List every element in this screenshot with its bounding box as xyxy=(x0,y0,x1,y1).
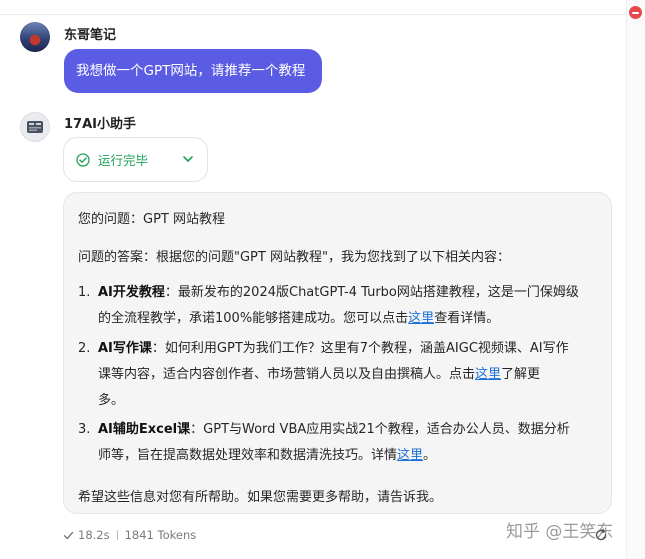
detail-link[interactable]: 这里 xyxy=(397,448,423,463)
item-text: 了解更 xyxy=(501,367,541,382)
robot-icon xyxy=(27,121,43,133)
check-circle-icon xyxy=(76,152,90,167)
user-avatar xyxy=(20,22,50,52)
intro-line: 问题的答案：根据您的问题"GPT 网站教程"，我为您找到了以下相关内容： xyxy=(78,250,510,265)
item-text: ：如何利用GPT为我们工作？这里有7个教程，涵盖AIGC视频课、AI写作 xyxy=(151,341,569,356)
item-text: 的全流程教学，承诺100%能够搭建成功。您可以点击 xyxy=(98,311,409,326)
answer-card: 您的问题：GPT 网站教程 问题的答案：根据您的问题"GPT 网站教程"，我为您… xyxy=(63,192,612,514)
item-number: 2. xyxy=(78,341,91,356)
item-number: 1. xyxy=(78,285,91,300)
item-text: 课等内容，适合内容创作者、市场营销人员以及自由撰稿人。点击 xyxy=(98,367,476,382)
token-count: 1841 Tokens xyxy=(124,528,197,542)
response-meta: 18.2s 1841 Tokens xyxy=(63,528,196,542)
list-item: 2. AI写作课：如何利用GPT为我们工作？这里有7个教程，涵盖AIGC视频课、A… xyxy=(78,336,598,414)
item-text: ：GPT与Word VBA应用实战21个教程，适合办公人员、数据分析 xyxy=(190,422,570,437)
item-number: 3. xyxy=(78,422,91,437)
check-icon xyxy=(63,531,74,539)
list-item: 3. AI辅助Excel课：GPT与Word VBA应用实战21个教程，适合办公人… xyxy=(78,417,598,469)
user-name: 东哥笔记 xyxy=(64,28,117,43)
bot-avatar xyxy=(20,112,50,142)
question-line: 您的问题：GPT 网站教程 xyxy=(78,212,225,227)
detail-link[interactable]: 这里 xyxy=(408,311,434,326)
top-divider xyxy=(0,14,627,15)
run-status-toggle[interactable]: 运行完毕 xyxy=(63,137,208,182)
closing-line: 希望这些信息对您有所帮助。如果您需要更多帮助，请告诉我。 xyxy=(78,490,443,505)
item-title: AI开发教程 xyxy=(98,285,165,300)
item-text: 。 xyxy=(423,448,437,463)
item-title: AI写作课 xyxy=(98,341,152,356)
item-title: AI辅助Excel课 xyxy=(98,422,191,437)
item-text: 多。 xyxy=(98,393,125,408)
user-message-bubble: 我想做一个GPT网站，请推荐一个教程 xyxy=(64,49,322,93)
bot-name: 17AI小助手 xyxy=(64,117,136,132)
item-text: ：最新发布的2024版ChatGPT-4 Turbo网站搭建教程，这是一门保姆级 xyxy=(164,285,579,300)
regenerate-icon[interactable] xyxy=(594,528,608,542)
run-status-label: 运行完毕 xyxy=(98,153,149,168)
scrollbar[interactable] xyxy=(626,0,645,559)
list-item: 1. AI开发教程：最新发布的2024版ChatGPT-4 Turbo网站搭建教程… xyxy=(78,280,598,332)
response-time: 18.2s xyxy=(78,528,110,542)
item-text: 查看详情。 xyxy=(434,311,500,326)
remove-badge-icon[interactable] xyxy=(629,6,642,19)
detail-link[interactable]: 这里 xyxy=(475,367,501,382)
item-text: 师等，旨在提高数据处理效率和数据清洗技巧。详情 xyxy=(98,448,398,463)
chevron-down-icon[interactable] xyxy=(181,152,195,166)
meta-divider xyxy=(116,530,118,540)
